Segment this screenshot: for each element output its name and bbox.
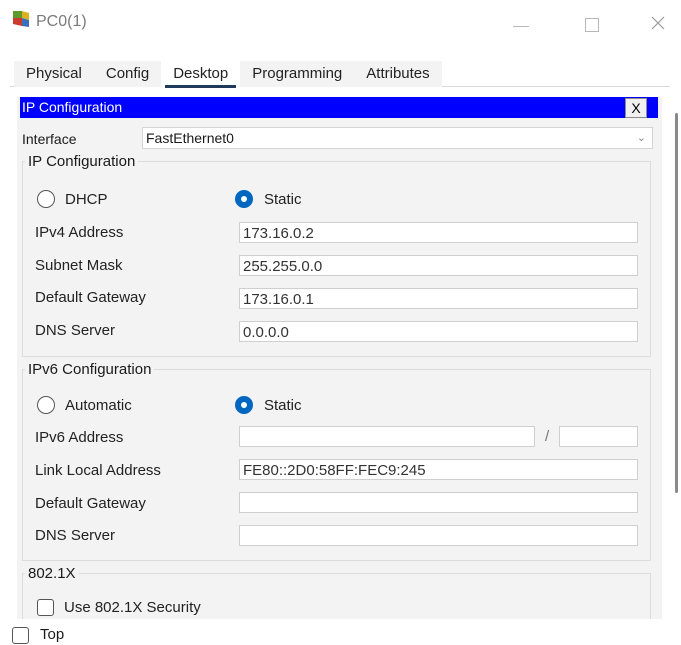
ipv6-dns-server-label: DNS Server — [35, 527, 116, 544]
dot1x-group: 802.1X Use 802.1X Security — [22, 565, 651, 619]
top-label: Top — [40, 626, 65, 643]
dns-server-field[interactable]: 0.0.0.0 — [239, 321, 638, 342]
maximize-button[interactable] — [569, 4, 615, 40]
automatic-label: Automatic — [65, 397, 132, 414]
ipv4-group-title: IP Configuration — [25, 153, 139, 170]
ipv4-address-label: IPv4 Address — [35, 224, 124, 241]
tab-desktop[interactable]: Desktop — [161, 61, 241, 88]
subnet-mask-field[interactable]: 255.255.0.0 — [239, 255, 638, 276]
ipv6-address-field[interactable] — [239, 426, 535, 447]
static-label: Static — [264, 191, 302, 208]
close-icon — [651, 16, 665, 30]
subnet-mask-label: Subnet Mask — [35, 257, 123, 274]
interface-select[interactable]: FastEthernet0 ⌄ — [142, 127, 653, 149]
scroll-thumb[interactable] — [675, 113, 678, 493]
dns-server-label: DNS Server — [35, 322, 116, 339]
top-checkbox[interactable] — [12, 627, 29, 644]
link-local-address-field[interactable]: FE80::2D0:58FF:FEC9:245 — [239, 459, 638, 480]
dhcp-label: DHCP — [65, 191, 108, 208]
maximize-icon — [585, 18, 599, 32]
window-close-button[interactable] — [635, 4, 681, 40]
ip-configuration-panel: IP Configuration X Interface FastEtherne… — [17, 97, 662, 619]
dhcp-radio[interactable] — [37, 190, 55, 208]
static-radio[interactable] — [235, 190, 253, 208]
panel-close-button[interactable]: X — [625, 98, 647, 118]
tab-strip: Physical Config Desktop Programming Attr… — [10, 59, 670, 88]
ipv6-static-radio[interactable] — [235, 396, 253, 414]
prefix-separator: / — [545, 428, 550, 445]
tab-list: Physical Config Desktop Programming Attr… — [14, 61, 442, 88]
use-dot1x-label: Use 802.1X Security — [64, 599, 201, 616]
dot1x-group-title: 802.1X — [25, 565, 79, 582]
window-title: PC0(1) — [36, 13, 87, 30]
link-local-address-label: Link Local Address — [35, 462, 161, 479]
vertical-scrollbar[interactable] — [671, 106, 681, 618]
automatic-radio[interactable] — [37, 396, 55, 414]
ipv6-static-label: Static — [264, 397, 302, 414]
interface-label: Interface — [22, 131, 77, 147]
chevron-down-icon: ⌄ — [636, 132, 646, 144]
ipv6-address-label: IPv6 Address — [35, 429, 124, 446]
default-gateway-label: Default Gateway — [35, 289, 146, 306]
default-gateway-field[interactable]: 173.16.0.1 — [239, 288, 638, 309]
tab-config[interactable]: Config — [94, 61, 161, 87]
interface-value: FastEthernet0 — [146, 130, 234, 146]
ipv6-dns-server-field[interactable] — [239, 525, 638, 546]
ipv6-group: IPv6 Configuration Automatic Static IPv6… — [22, 361, 651, 561]
use-dot1x-checkbox[interactable] — [37, 599, 54, 616]
ipv6-group-title: IPv6 Configuration — [25, 361, 155, 378]
tab-physical[interactable]: Physical — [14, 61, 94, 87]
pc-app-icon — [13, 11, 29, 27]
tab-programming[interactable]: Programming — [240, 61, 354, 87]
panel-title: IP Configuration — [22, 99, 123, 115]
minimize-button[interactable] — [498, 4, 544, 40]
ipv6-prefix-field[interactable] — [559, 426, 638, 447]
tab-attributes[interactable]: Attributes — [354, 61, 441, 87]
panel-header: IP Configuration X — [20, 97, 658, 118]
ipv4-address-field[interactable]: 173.16.0.2 — [239, 222, 638, 243]
ipv6-default-gateway-label: Default Gateway — [35, 495, 146, 512]
ipv4-group: IP Configuration DHCP Static IPv4 Addres… — [22, 153, 651, 357]
minimize-icon — [513, 26, 529, 27]
ipv6-default-gateway-field[interactable] — [239, 492, 638, 513]
title-bar: PC0(1) — [0, 0, 681, 44]
